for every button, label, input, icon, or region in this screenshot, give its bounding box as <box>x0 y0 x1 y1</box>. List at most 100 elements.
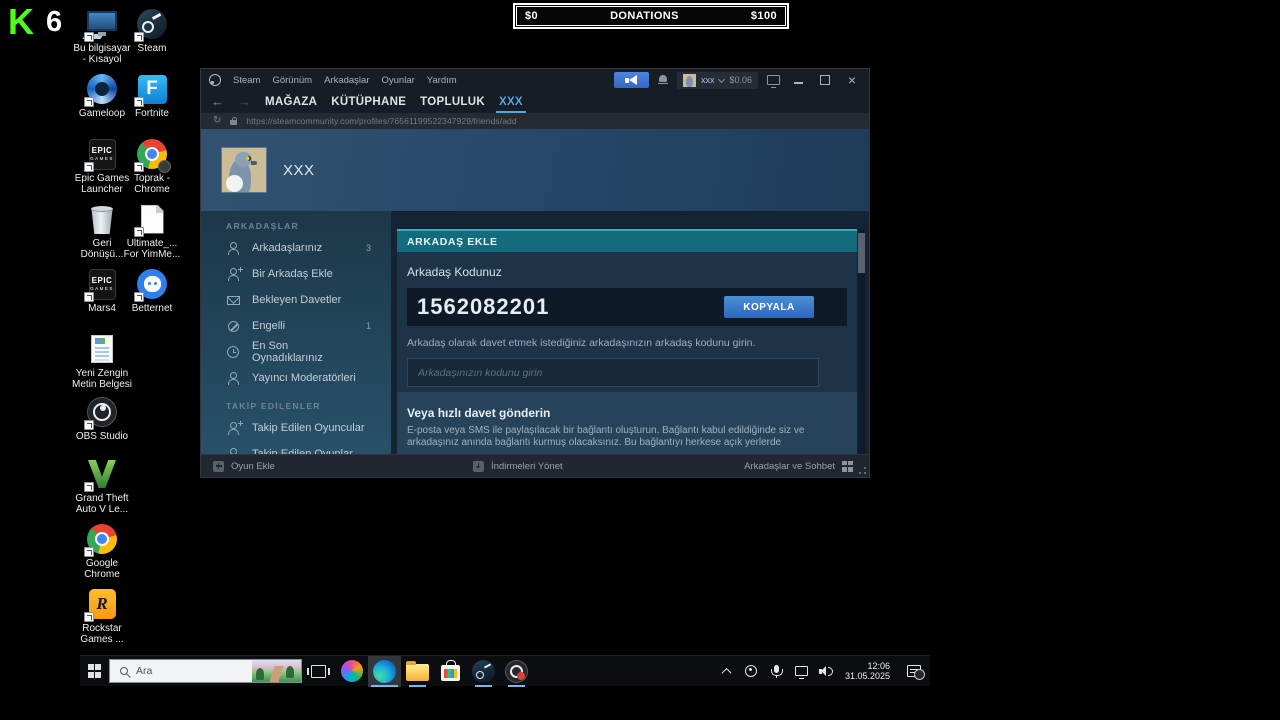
shortcut-arrow-icon <box>84 162 94 172</box>
sidebar-item-followed-players[interactable]: Takip Edilen Oyuncular <box>201 415 391 441</box>
panel-header: ARKADAŞ EKLE <box>397 229 857 252</box>
add-game-button[interactable]: Oyun Ekle <box>213 461 275 472</box>
notifications-bell-icon[interactable] <box>658 75 668 86</box>
obs-tray-icon <box>745 665 757 677</box>
tray-volume[interactable] <box>818 656 835 687</box>
speaker-icon <box>819 665 833 677</box>
menu-steam[interactable]: Steam <box>233 75 260 86</box>
shortcut-arrow-icon <box>134 162 144 172</box>
search-input[interactable] <box>136 665 226 677</box>
plus-icon <box>213 461 224 472</box>
shortcut-arrow-icon <box>84 482 94 492</box>
edge-icon <box>373 660 396 683</box>
download-icon <box>473 461 484 472</box>
back-arrow-icon[interactable]: ← <box>211 92 224 112</box>
rich-text-document-icon <box>91 335 113 363</box>
desktop-icon-fortnite[interactable]: F Fortnite <box>121 73 183 119</box>
taskbar-steam[interactable] <box>467 656 500 687</box>
copy-button[interactable]: KOPYALA <box>724 296 814 318</box>
menu-yardim[interactable]: Yardım <box>427 75 457 86</box>
action-center-button[interactable] <box>900 656 924 687</box>
remote-play-icon[interactable] <box>767 75 780 85</box>
friends-chat-button[interactable]: Arkadaşlar ve Sohbet <box>744 461 857 472</box>
maximize-button[interactable] <box>816 71 834 89</box>
close-button[interactable]: × <box>843 71 861 89</box>
shortcut-arrow-icon <box>84 97 94 107</box>
sidebar-item-broadcast-moderators[interactable]: Yayıncı Moderatörleri <box>201 365 391 391</box>
tab-kutuphane[interactable]: KÜTÜPHANE <box>331 96 406 108</box>
taskbar-store[interactable] <box>434 656 467 687</box>
tab-profile[interactable]: XXX <box>499 96 523 108</box>
friend-code-input[interactable] <box>407 358 819 387</box>
taskbar-search[interactable] <box>109 659 302 683</box>
tab-magaza[interactable]: MAĞAZA <box>265 96 317 108</box>
desktop-icon-ultimate-doc[interactable]: Ultimate_... For YimMe... <box>121 203 183 260</box>
tray-microphone[interactable] <box>768 656 785 687</box>
sidebar-item-pending-invites[interactable]: Bekleyen Davetler <box>201 287 391 313</box>
url-text: https://steamcommunity.com/profiles/7656… <box>246 116 516 126</box>
tab-topluluk[interactable]: TOPLULUK <box>420 96 485 108</box>
wallet-balance: $0.06 <box>729 75 752 85</box>
manage-downloads-button[interactable]: İndirmeleri Yönet <box>473 461 563 472</box>
scrollbar-thumb[interactable] <box>858 233 865 273</box>
task-view-button[interactable] <box>302 656 335 687</box>
profile-avatar[interactable] <box>221 147 267 193</box>
desktop-icon-google-chrome[interactable]: Google Chrome <box>71 523 133 580</box>
menu-oyunlar[interactable]: Oyunlar <box>382 75 415 86</box>
taskbar-file-explorer[interactable] <box>401 656 434 687</box>
account-avatar <box>683 74 696 87</box>
donation-min: $0 <box>525 10 538 22</box>
quick-invite-body: E-posta veya SMS ile paylaşılacak bir ba… <box>407 425 843 448</box>
desktop-icon-toprak-chrome[interactable]: Toprak - Chrome <box>121 138 183 195</box>
system-tray: 12:06 31.05.2025 <box>718 656 930 686</box>
search-daily-image[interactable] <box>252 660 301 682</box>
active-indicator <box>371 685 398 687</box>
desktop-icon-label: Yeni Zengin Metin Belgesi <box>71 368 133 390</box>
desktop-icon-betternet[interactable]: Betternet <box>121 268 183 314</box>
kick-logo-icon: K <box>8 2 32 42</box>
lock-icon <box>230 120 237 125</box>
taskbar-clock[interactable]: 12:06 31.05.2025 <box>843 661 892 682</box>
taskbar-obs[interactable] <box>500 656 533 687</box>
announcements-button[interactable] <box>614 72 649 88</box>
desktop-icon-gtav[interactable]: Grand Theft Auto V Le... <box>71 458 133 515</box>
desktop-icon-rich-text-doc[interactable]: Yeni Zengin Metin Belgesi <box>71 333 133 390</box>
account-menu[interactable]: xxx $0.06 <box>677 72 758 89</box>
profile-header: XXX <box>201 129 869 211</box>
desktop-icon-steam[interactable]: Steam <box>121 8 183 54</box>
tray-expand-button[interactable] <box>718 656 735 687</box>
sidebar-item-your-friends[interactable]: Arkadaşlarınız 3 <box>201 235 391 261</box>
shortcut-arrow-icon <box>134 292 144 302</box>
kick-viewer-badge: K 6 <box>8 2 62 42</box>
tray-obs[interactable] <box>743 656 760 687</box>
sidebar-item-blocked[interactable]: Engelli 1 <box>201 313 391 339</box>
steam-bottom-bar: Oyun Ekle İndirmeleri Yönet Arkadaşlar v… <box>201 454 869 477</box>
sidebar-section-following: TAKİP EDİLENLER <box>201 391 391 415</box>
sidebar-item-followed-games[interactable]: Takip Edilen Oyunlar <box>201 441 391 454</box>
chevron-down-icon <box>718 75 725 82</box>
sidebar-item-recently-played[interactable]: En Son Oynadıklarınız <box>201 339 391 365</box>
resize-grip[interactable] <box>858 466 867 475</box>
clock-time: 12:06 <box>867 661 890 672</box>
active-indicator <box>475 685 492 687</box>
menu-gorunum[interactable]: Görünüm <box>272 75 312 86</box>
tray-network[interactable] <box>793 656 810 687</box>
desktop-icon-obs-studio[interactable]: OBS Studio <box>71 396 133 442</box>
count-badge: 1 <box>366 321 371 331</box>
person-icon <box>227 372 240 385</box>
steam-window: Steam Görünüm Arkadaşlar Oyunlar Yardım … <box>200 68 870 478</box>
friend-code-value: 1562082201 <box>417 294 549 320</box>
start-button[interactable] <box>80 656 109 687</box>
desktop-icon-rockstar[interactable]: R Rockstar Games ... <box>71 588 133 645</box>
forward-arrow-icon[interactable]: → <box>238 92 251 112</box>
sidebar-item-add-friend[interactable]: Bir Arkadaş Ekle <box>201 261 391 287</box>
minimize-button[interactable] <box>789 71 807 89</box>
refresh-icon[interactable]: ↻ <box>213 114 221 128</box>
taskbar-edge[interactable] <box>368 656 401 687</box>
task-view-icon <box>311 665 326 678</box>
profile-name: XXX <box>283 162 315 179</box>
menu-arkadaslar[interactable]: Arkadaşlar <box>324 75 369 86</box>
account-name: xxx <box>701 75 715 85</box>
desktop-icon-label: Toprak - Chrome <box>121 173 183 195</box>
taskbar-copilot[interactable] <box>335 656 368 687</box>
